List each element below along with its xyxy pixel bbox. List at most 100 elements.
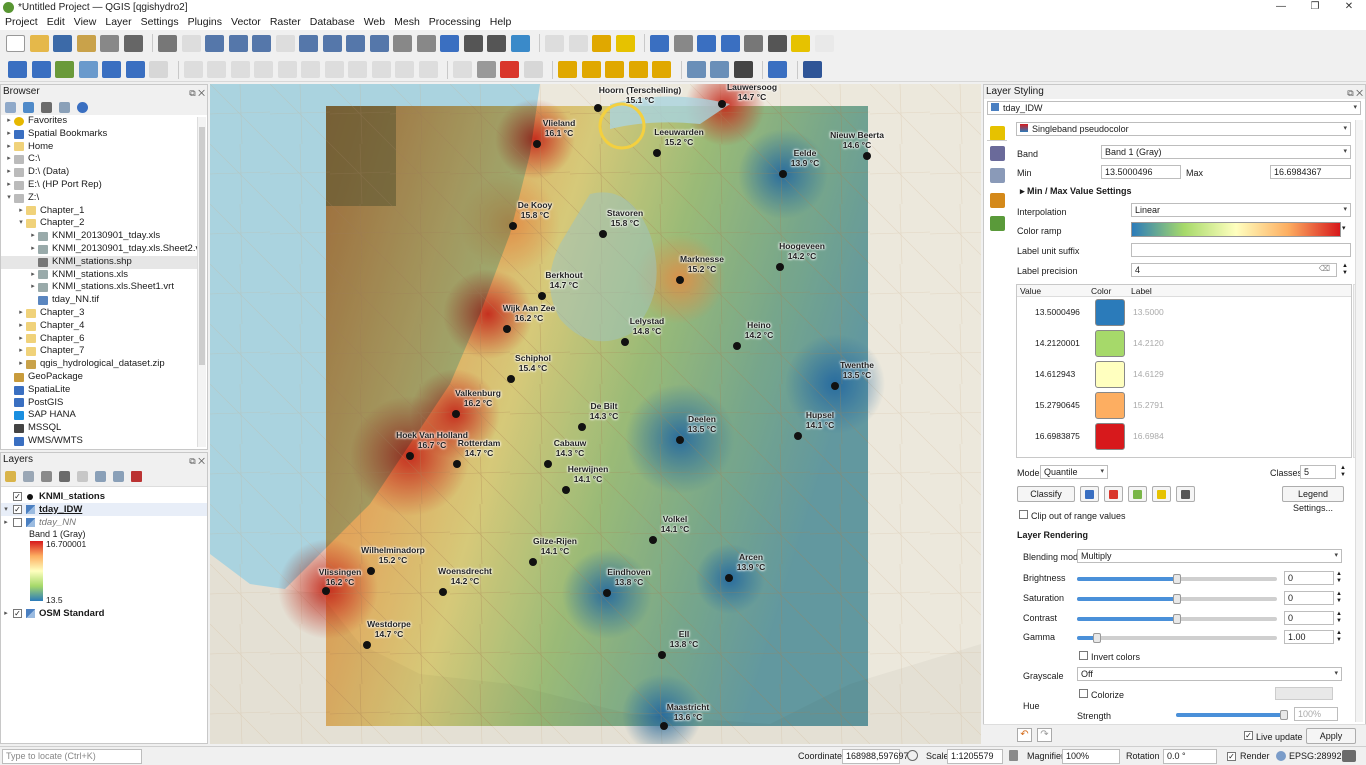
layer-selector[interactable]: tday_IDW ▾ [987,101,1361,115]
refresh-map-icon[interactable] [510,34,530,52]
filter-icon[interactable] [41,101,52,113]
gamma-input[interactable]: 1.00 [1284,630,1334,644]
station-marker[interactable] [322,587,330,595]
class-label[interactable]: 15.2791 [1133,400,1164,410]
browser-item[interactable]: ▸ Chapter_3 [1,307,197,320]
expand-all-icon[interactable] [95,471,106,482]
station-marker[interactable] [367,567,375,575]
station-marker[interactable] [594,104,602,112]
crs-label[interactable]: EPSG:28992 [1289,751,1342,761]
menu-database[interactable]: Database [310,16,355,28]
select-by-value-icon[interactable] [568,34,588,52]
paste-features-icon[interactable] [371,61,391,78]
panel-float-close-icon[interactable]: ⧉ ✕ [189,86,205,100]
delete-selected-icon[interactable] [301,61,320,78]
browser-item[interactable]: KNMI_stations.shp [1,255,197,269]
legend-settings-button[interactable]: Legend Settings... [1282,486,1344,513]
redo-icon[interactable]: ↷ [1037,728,1052,742]
class-color-swatch[interactable] [1095,392,1125,419]
station-marker[interactable] [503,325,511,333]
label-pin-icon[interactable] [476,61,496,78]
add-group-icon[interactable] [23,471,34,482]
station-marker[interactable] [776,263,784,271]
menu-processing[interactable]: Processing [429,16,481,28]
class-label[interactable]: 16.6984 [1133,431,1164,441]
expand-arrow-icon[interactable]: ▸ [28,269,38,282]
station-marker[interactable] [621,338,629,346]
clip-out-of-range-checkbox[interactable] [1019,510,1028,519]
brightness-slider-handle[interactable] [1173,574,1181,584]
layer-visibility-checkbox[interactable] [13,518,22,527]
collapse-all-icon[interactable] [59,101,70,113]
station-marker[interactable] [533,140,541,148]
grayscale-selector[interactable]: Off ▾ [1077,667,1342,681]
station-marker[interactable] [649,536,657,544]
browser-item[interactable]: ▸ Chapter_4 [1,320,197,333]
station-marker[interactable] [653,149,661,157]
color-column-header[interactable]: Color [1091,286,1111,296]
label-column-header[interactable]: Label [1131,286,1152,296]
invert-colors-checkbox[interactable] [1079,651,1088,660]
expand-arrow-icon[interactable]: ▸ [4,153,14,166]
contrast-input[interactable]: 0 [1284,611,1334,625]
save-colormap-button[interactable] [1176,486,1195,502]
class-label[interactable]: 14.6129 [1133,369,1164,379]
maximize-button[interactable]: ❐ [1298,0,1332,14]
label-rotate-icon[interactable] [605,61,624,78]
browser-item[interactable]: ▸ C:\ [1,153,197,166]
chevron-down-icon[interactable]: ▾ [1342,224,1346,232]
classify-button[interactable]: Classify [1017,486,1075,502]
gamma-slider-handle[interactable] [1093,633,1101,643]
interpolation-selector[interactable]: Linear ▾ [1131,203,1351,217]
expand-arrow-icon[interactable]: ▸ [28,230,38,243]
styling-scrollbar[interactable] [1355,120,1363,722]
georeferencer-icon[interactable] [686,61,706,78]
expand-arrow-icon[interactable]: ▸ [28,281,38,294]
station-marker[interactable] [603,589,611,597]
minmax-settings-toggle[interactable]: ▸ Min / Max Value Settings [1020,186,1132,197]
min-input[interactable]: 13.5000496 [1101,165,1181,179]
class-row[interactable]: 14.612943 14.6129 [1017,359,1351,390]
data-source-manager-icon[interactable] [8,61,27,78]
undo-icon[interactable] [395,61,414,78]
zoom-next-icon[interactable] [369,34,389,52]
locator-search-input[interactable]: Type to locate (Ctrl+K) [2,749,142,764]
browser-item[interactable]: ▸ Chapter_6 [1,333,197,346]
attribute-table-icon[interactable] [673,34,693,52]
expand-arrow-icon[interactable]: ▸ [1,607,11,620]
reverse-button[interactable] [1128,486,1147,502]
menu-edit[interactable]: Edit [47,16,65,28]
spin-arrows-icon[interactable]: ▲ ▼ [1336,611,1342,625]
menu-web[interactable]: Web [364,16,385,28]
browser-item[interactable]: ▸ Chapter_7 [1,345,197,358]
band-selector[interactable]: Band 1 (Gray) ▾ [1101,145,1351,159]
save-project-icon[interactable] [53,34,72,52]
menu-help[interactable]: Help [490,16,512,28]
station-marker[interactable] [562,486,570,494]
label-tool-icon[interactable] [453,61,472,78]
manage-map-themes-icon[interactable] [41,471,52,482]
contrast-slider[interactable] [1077,614,1277,624]
station-marker[interactable] [507,375,515,383]
class-color-swatch[interactable] [1095,361,1125,388]
load-colormap-button[interactable] [1152,486,1171,502]
expand-arrow-icon[interactable]: ▸ [28,243,38,256]
filter-legend-icon[interactable] [59,471,70,482]
browser-item[interactable]: GeoPackage [1,371,197,384]
cut-features-icon[interactable] [324,61,344,78]
class-value[interactable]: 14.612943 [1035,369,1075,379]
station-marker[interactable] [831,382,839,390]
expand-arrow-icon[interactable]: ▸ [16,345,26,358]
add-vector-icon[interactable] [55,61,74,78]
pan-to-selection-icon[interactable] [181,34,201,52]
class-value[interactable]: 16.6983875 [1035,431,1080,441]
layer-item-knmi-stations[interactable]: ✓ KNMI_stations [1,490,207,503]
help-icon[interactable] [802,61,822,78]
rendering-tab-icon[interactable] [990,193,1005,208]
filter-expression-icon[interactable] [77,471,88,482]
histogram-tab-icon[interactable] [990,168,1005,183]
gamma-slider[interactable] [1077,633,1277,643]
browser-item[interactable]: ▸ KNMI_20130901_tday.xls [1,230,197,243]
select-features-icon[interactable] [545,34,564,52]
transparency-tab-icon[interactable] [990,146,1005,161]
